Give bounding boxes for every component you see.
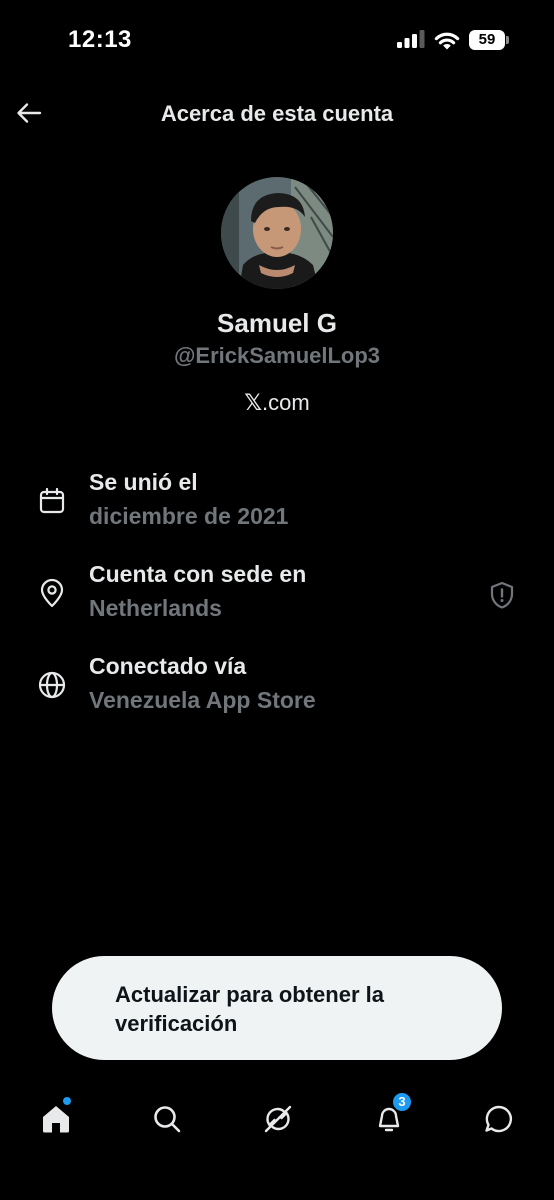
- location-pin-icon: [40, 578, 64, 608]
- display-name: Samuel G: [217, 308, 337, 338]
- nav-home[interactable]: [34, 1097, 78, 1141]
- battery-level: 59: [469, 30, 505, 50]
- shield-info-button[interactable]: [484, 577, 520, 613]
- connected-via-store: Venezuela App Store: [89, 687, 316, 713]
- battery-icon: 59: [469, 30, 509, 50]
- home-new-dot: [63, 1097, 71, 1105]
- wifi-icon: [434, 32, 460, 50]
- notifications-badge: 3: [391, 1091, 413, 1113]
- joined-date: diciembre de 2021: [89, 503, 289, 529]
- joined-row: Se unió el diciembre de 2021: [0, 469, 554, 549]
- shield-icon: [490, 581, 514, 609]
- website-domain: .com: [262, 390, 310, 415]
- joined-title: Se unió el: [89, 469, 198, 495]
- account-based-row: Cuenta con sede en Netherlands: [0, 561, 554, 641]
- page-title: Acerca de esta cuenta: [160, 101, 394, 126]
- globe-icon: [38, 671, 66, 699]
- account-based-country: Netherlands: [89, 595, 222, 621]
- connected-via-title: Conectado vía: [89, 653, 247, 679]
- search-icon: [154, 1106, 181, 1133]
- user-handle: @ErickSamuelLop3: [173, 343, 381, 368]
- upgrade-verification-label: Actualizar para obtener la verificación: [115, 982, 384, 1036]
- bottom-nav: 3: [0, 1085, 554, 1155]
- account-based-title: Cuenta con sede en: [89, 561, 307, 587]
- cellular-signal-icon: [397, 30, 425, 48]
- nav-notifications[interactable]: 3: [367, 1091, 413, 1141]
- profile-photo: [221, 177, 333, 289]
- home-icon: [43, 1106, 69, 1133]
- nav-messages[interactable]: [477, 1097, 521, 1141]
- status-time: 12:13: [68, 26, 132, 53]
- grok-icon: [264, 1105, 292, 1133]
- status-bar: 12:13 59: [0, 0, 554, 80]
- x-logo-icon: 𝕏: [244, 390, 263, 415]
- nav-grok[interactable]: [256, 1097, 300, 1141]
- connected-via-row: Conectado vía Venezuela App Store: [0, 653, 554, 733]
- calendar-icon: [39, 487, 65, 514]
- avatar[interactable]: [221, 177, 333, 289]
- upgrade-verification-button[interactable]: Actualizar para obtener la verificación: [52, 956, 502, 1060]
- messages-icon: [485, 1105, 512, 1133]
- nav-search[interactable]: [145, 1097, 189, 1141]
- website-link[interactable]: 𝕏.com: [0, 390, 554, 416]
- top-bar: Acerca de esta cuenta: [0, 88, 554, 142]
